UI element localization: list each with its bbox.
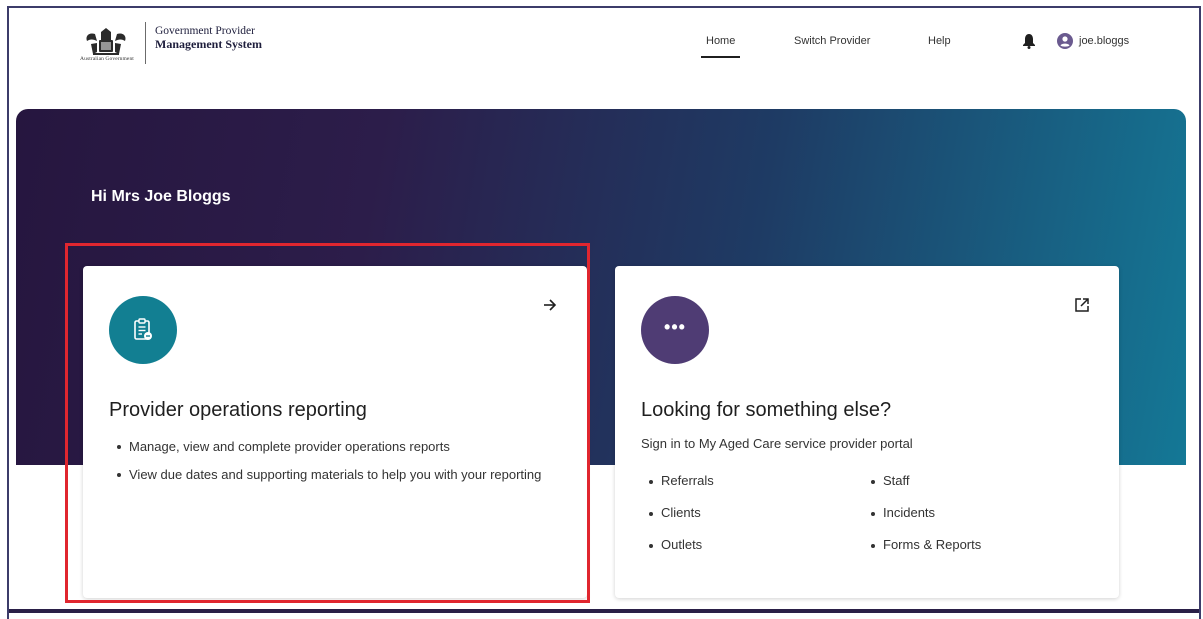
app-logo-text[interactable]: Government Provider Management System bbox=[155, 25, 262, 51]
highlight-box bbox=[65, 243, 590, 603]
greeting: Hi Mrs Joe Bloggs bbox=[91, 188, 231, 205]
crest-caption: Australian Government bbox=[80, 56, 134, 62]
list-item: Outlets bbox=[647, 537, 702, 552]
looking-for-something-else-card[interactable]: ••• Looking for something else? Sign in … bbox=[615, 266, 1119, 598]
header: Australian Government Government Provide… bbox=[9, 8, 1199, 88]
footer-divider bbox=[9, 609, 1199, 613]
nav-home[interactable]: Home bbox=[700, 35, 741, 58]
brand-line-2: Management System bbox=[155, 37, 262, 51]
brand-line-1: Government Provider bbox=[155, 25, 255, 37]
list-item: Staff bbox=[869, 473, 910, 488]
list-item: Forms & Reports bbox=[869, 537, 981, 552]
nav-help[interactable]: Help bbox=[928, 35, 951, 47]
list-item: Incidents bbox=[869, 505, 935, 520]
brand-divider bbox=[145, 22, 146, 64]
card-icon-circle: ••• bbox=[641, 296, 709, 364]
user-avatar-icon[interactable] bbox=[1057, 33, 1073, 49]
more-dots-icon: ••• bbox=[664, 317, 686, 337]
list-item: Referrals bbox=[647, 473, 714, 488]
card-subtitle: Sign in to My Aged Care service provider… bbox=[641, 436, 913, 451]
external-link-icon[interactable] bbox=[1073, 296, 1091, 314]
list-item: Clients bbox=[647, 505, 701, 520]
card-title[interactable]: Looking for something else? bbox=[641, 399, 891, 422]
bell-icon[interactable] bbox=[1022, 33, 1036, 49]
nav-switch-provider[interactable]: Switch Provider bbox=[794, 35, 870, 47]
username[interactable]: joe.bloggs bbox=[1079, 35, 1129, 47]
